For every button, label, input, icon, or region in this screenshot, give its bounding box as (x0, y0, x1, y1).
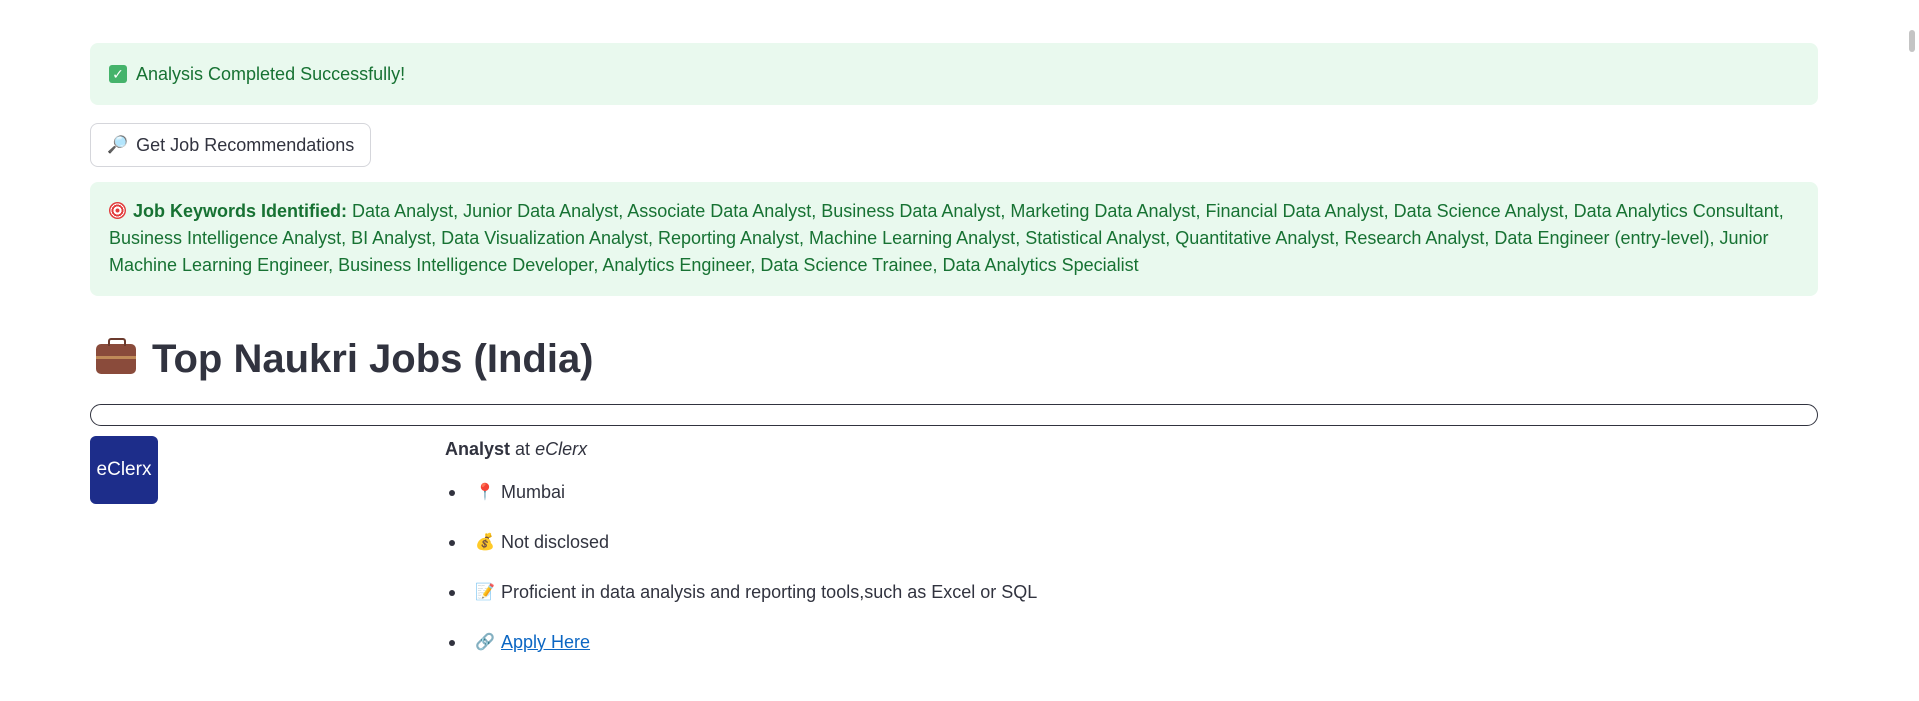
success-alert-text: Analysis Completed Successfully! (136, 63, 406, 84)
section-heading-text: Top Naukri Jobs (India) (152, 336, 594, 381)
job-location: Mumbai (501, 481, 566, 502)
divider-bar (90, 404, 1818, 426)
target-icon (109, 202, 126, 219)
apply-here-link[interactable]: Apply Here (501, 632, 590, 653)
job-location-item: 📍 Mumbai (445, 478, 1037, 506)
job-keywords-text: Data Analyst, Junior Data Analyst, Assoc… (109, 201, 1784, 275)
job-card: eClerx Analyst at eClerx 📍 Mumbai 💰 Not … (90, 436, 1818, 678)
job-salary: Not disclosed (501, 531, 610, 552)
check-mark-icon: ✓ (109, 65, 127, 83)
briefcase-icon (96, 338, 136, 374)
section-heading: Top Naukri Jobs (India) (90, 334, 1818, 384)
job-company: eClerx (535, 439, 588, 459)
money-bag-icon: 💰 (475, 534, 495, 551)
company-logo: eClerx (90, 436, 158, 504)
job-salary-item: 💰 Not disclosed (445, 528, 1037, 556)
job-info-list: 📍 Mumbai 💰 Not disclosed 📝 Proficient in… (445, 478, 1037, 656)
get-job-recommendations-button[interactable]: 🔎 Get Job Recommendations (90, 123, 372, 167)
pin-icon: 📍 (475, 484, 495, 501)
job-header: Analyst at eClerx (445, 439, 1037, 460)
job-description: Proficient in data analysis and reportin… (501, 581, 1038, 602)
job-details: Analyst at eClerx 📍 Mumbai 💰 Not disclos… (445, 436, 1037, 678)
job-keywords-alert: Job Keywords Identified: Data Analyst, J… (90, 182, 1818, 296)
job-description-item: 📝 Proficient in data analysis and report… (445, 578, 1037, 606)
success-alert: ✓ Analysis Completed Successfully! (90, 43, 1818, 105)
company-logo-text: eClerx (96, 459, 152, 480)
job-keywords-label: Job Keywords Identified: (133, 201, 348, 221)
scrollbar-thumb[interactable] (1909, 30, 1915, 52)
job-at-text: at (515, 439, 531, 459)
page: ✓ Analysis Completed Successfully! 🔎 Get… (0, 0, 1919, 701)
magnifying-glass-icon: 🔎 (107, 135, 129, 154)
job-apply-item: 🔗 Apply Here (445, 628, 1037, 656)
link-icon: 🔗 (475, 634, 495, 651)
memo-icon: 📝 (475, 584, 495, 601)
main-content: ✓ Analysis Completed Successfully! 🔎 Get… (90, 43, 1818, 678)
job-title: Analyst (445, 439, 511, 459)
get-job-recommendations-label: Get Job Recommendations (136, 134, 355, 155)
